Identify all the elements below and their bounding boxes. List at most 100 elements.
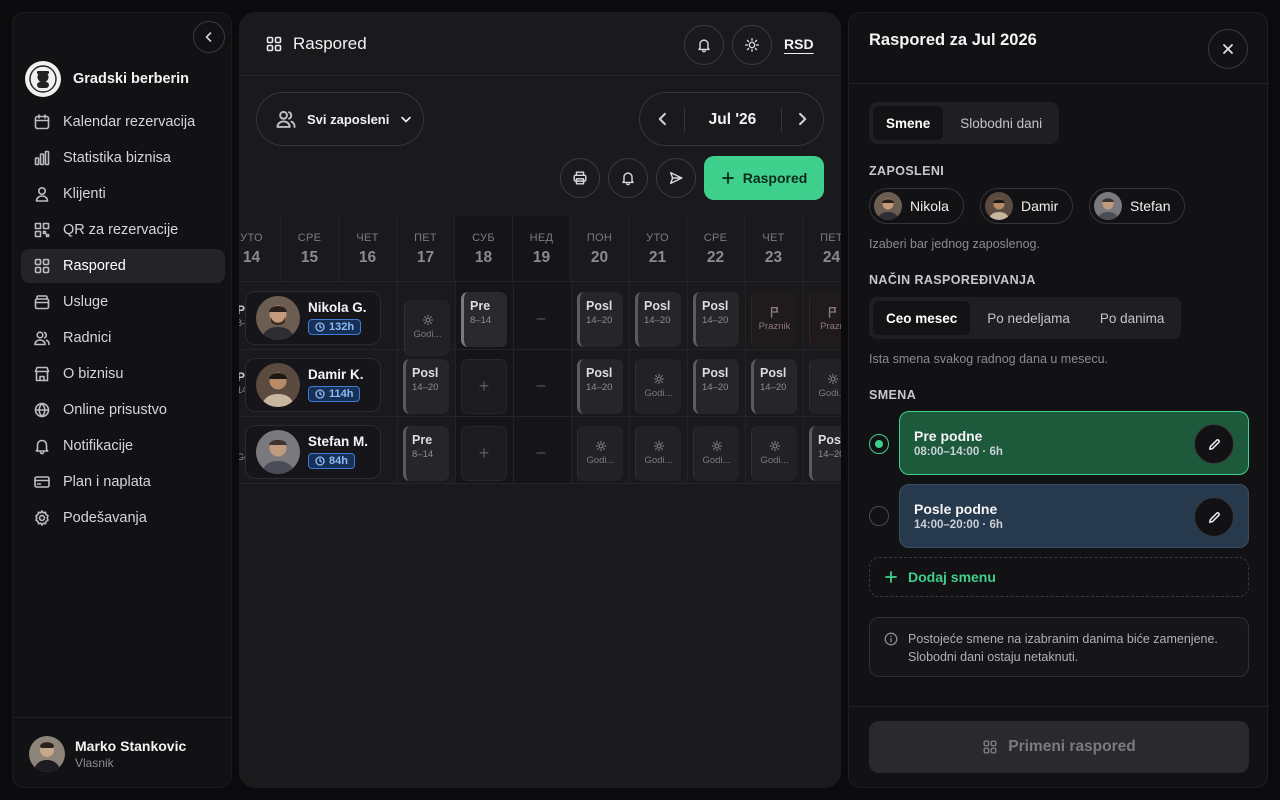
employee-row-header[interactable]: Stefan M. 84h <box>245 425 381 479</box>
box-icon <box>34 295 50 310</box>
schedule-grid: УТО 14 СРЕ 15 ЧЕТ 16 ПЕТ 17 СУБ 18 НЕД 19 ПОН 2… <box>239 216 841 484</box>
close-panel-button[interactable] <box>1208 29 1248 69</box>
sun-icon <box>827 373 838 385</box>
shift-cell[interactable]: Posl14–20 <box>809 426 841 481</box>
bell-icon <box>35 439 49 455</box>
add-schedule-button[interactable]: Raspored <box>704 156 824 200</box>
shift-cell[interactable]: Posl14–20 <box>577 292 623 347</box>
employee-name: Stefan M. <box>308 433 369 449</box>
sidebar-item-label: O biznisu <box>63 366 124 382</box>
sidebar: Gradski berberin Kalendar rezervacija St… <box>12 12 233 789</box>
add-shift-cell[interactable]: + <box>461 426 507 481</box>
shift-cell[interactable]: Posl14–20 <box>693 359 739 414</box>
notify-button[interactable] <box>608 158 648 198</box>
employee-row-header[interactable]: Nikola G. 132h <box>245 291 381 345</box>
sidebar-item-qr[interactable]: QR za rezervacije <box>21 213 225 247</box>
employees-hint: Izaberi bar jednog zaposlenog. <box>869 237 1040 251</box>
chevron-right-icon[interactable] <box>793 110 811 128</box>
sidebar-item-workers[interactable]: Radnici <box>21 321 225 355</box>
shift-radio-afternoon[interactable] <box>869 506 889 526</box>
day-off-cell[interactable]: Godi... <box>635 426 681 481</box>
edit-shift-button[interactable] <box>1194 424 1234 464</box>
holiday-cell[interactable]: Prazn <box>809 292 841 347</box>
day-off-cell[interactable]: Godi... <box>751 426 797 481</box>
sidebar-item-schedule[interactable]: Raspored <box>21 249 225 283</box>
day-header: СРЕ 22 <box>687 216 745 282</box>
employee-chip-damir[interactable]: Damir <box>980 188 1074 224</box>
sidebar-item-notifications[interactable]: Notifikacije <box>21 429 225 463</box>
apply-schedule-button[interactable]: Primeni raspored <box>869 721 1249 773</box>
print-button[interactable] <box>560 158 600 198</box>
pencil-icon <box>1208 511 1220 523</box>
avatar <box>256 296 300 340</box>
day-header: ПЕТ 24 <box>803 216 841 282</box>
sidebar-item-label: Podešavanja <box>63 510 147 526</box>
notifications-button[interactable] <box>684 25 724 65</box>
shift-card-afternoon[interactable]: Posle podne 14:00–20:00 · 6h <box>899 484 1249 548</box>
holiday-cell[interactable]: Praznik <box>751 292 797 347</box>
shift-cell[interactable]: Pre 8–14 <box>403 426 449 481</box>
tab-shifts[interactable]: Smene <box>873 106 944 140</box>
brand[interactable]: Gradski berberin <box>25 61 189 97</box>
plus-icon <box>885 571 897 583</box>
sidebar-item-label: Kalendar rezervacija <box>63 114 196 130</box>
shift-cell[interactable]: Pre 8–14 <box>461 292 507 347</box>
theme-toggle-button[interactable] <box>732 25 772 65</box>
day-header: СУБ 18 <box>455 216 513 282</box>
clock-icon <box>315 388 325 399</box>
employee-row-header[interactable]: Damir K. 114h <box>245 358 381 412</box>
shift-cell[interactable]: Posl14–20 <box>635 292 681 347</box>
sidebar-item-settings[interactable]: Podešavanja <box>21 501 225 535</box>
employee-name: Damir K. <box>308 366 364 382</box>
shift-cell[interactable]: Posl14–20 <box>693 292 739 347</box>
shift-radio-morning[interactable] <box>869 434 889 454</box>
shift-cell[interactable]: Posl14–20 <box>751 359 797 414</box>
day-off-cell[interactable]: Godi... <box>693 426 739 481</box>
collapse-sidebar-button[interactable] <box>193 21 225 53</box>
user-icon <box>35 186 49 202</box>
pencil-icon <box>1208 438 1220 450</box>
sidebar-item-calendar[interactable]: Kalendar rezervacija <box>21 105 225 139</box>
sidebar-item-label: QR za rezervacije <box>63 222 179 238</box>
user-profile[interactable]: Marko Stankovic Vlasnik <box>13 717 233 789</box>
shift-cell[interactable]: Posl14–20 <box>403 359 449 414</box>
employee-chip-stefan[interactable]: Stefan <box>1089 188 1186 224</box>
avatar <box>874 192 902 220</box>
employee-filter-label: Svi zaposleni <box>307 111 390 127</box>
mode-whole-month[interactable]: Ceo mesec <box>873 301 971 335</box>
sidebar-item-services[interactable]: Usluge <box>21 285 225 319</box>
mode-by-weeks[interactable]: Po nedeljama <box>974 301 1083 335</box>
mode-by-days[interactable]: Po danima <box>1087 301 1178 335</box>
day-off-cell[interactable]: Godi... <box>635 359 681 414</box>
sun-icon <box>653 373 664 385</box>
employee-filter-dropdown[interactable]: Svi zaposleni <box>256 92 424 146</box>
sidebar-item-label: Klijenti <box>63 186 106 202</box>
day-header: УТО 21 <box>629 216 687 282</box>
edit-shift-button[interactable] <box>1194 497 1234 537</box>
add-shift-button[interactable]: Dodaj smenu <box>869 557 1249 597</box>
sidebar-item-about-business[interactable]: O biznisu <box>21 357 225 391</box>
sidebar-item-label: Plan i naplata <box>63 474 151 490</box>
sidebar-item-clients[interactable]: Klijenti <box>21 177 225 211</box>
panel-tabs: Smene Slobodni dani <box>869 102 1060 144</box>
shift-cell[interactable]: Posl14–20 <box>577 359 623 414</box>
flag-icon <box>770 307 778 318</box>
sidebar-item-statistics[interactable]: Statistika biznisa <box>21 141 225 175</box>
day-off-cell[interactable]: Godi... <box>404 300 450 356</box>
employee-chip-nikola[interactable]: Nikola <box>869 188 964 224</box>
day-off-cell[interactable]: Godi... <box>809 359 841 414</box>
shift-section-label: SMENA <box>869 388 917 402</box>
clock-icon <box>315 321 325 332</box>
send-button[interactable] <box>656 158 696 198</box>
chevron-left-icon[interactable] <box>654 110 672 128</box>
day-off-cell[interactable]: Godi... <box>577 426 623 481</box>
currency-switch[interactable]: RSD <box>784 36 814 52</box>
chevron-left-icon <box>205 32 212 42</box>
shift-card-morning[interactable]: Pre podne 08:00–14:00 · 6h <box>899 411 1249 475</box>
add-shift-cell[interactable]: + <box>461 359 507 414</box>
no-shift-dash: – <box>536 310 546 327</box>
tab-days-off[interactable]: Slobodni dani <box>947 106 1055 140</box>
sidebar-item-online-presence[interactable]: Online prisustvo <box>21 393 225 427</box>
sidebar-item-billing[interactable]: Plan i naplata <box>21 465 225 499</box>
send-icon <box>669 171 683 185</box>
